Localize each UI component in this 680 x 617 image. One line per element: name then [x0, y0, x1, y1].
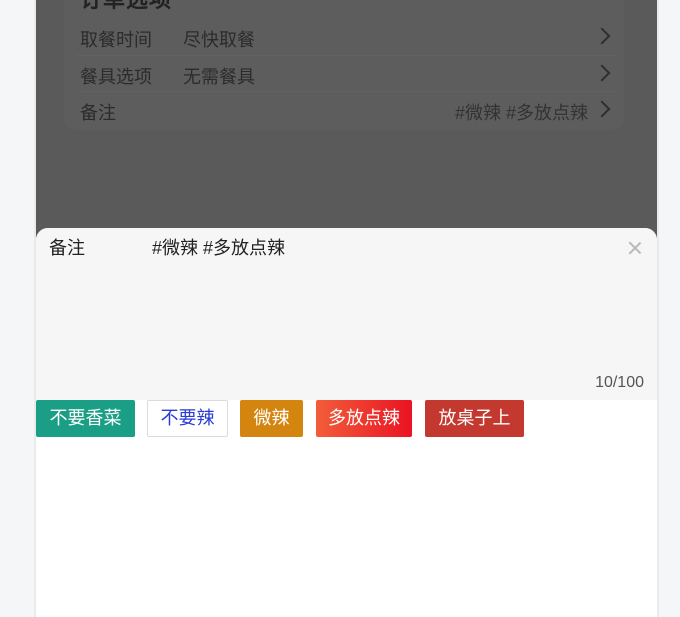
row-value: 无需餐具 [183, 67, 255, 87]
row-label: 备注 [80, 103, 116, 123]
char-counter: 10/100 [595, 374, 644, 391]
close-icon[interactable] [627, 240, 643, 256]
tag-put-on-table[interactable]: 放桌子上 [425, 400, 524, 437]
chevron-right-icon [593, 27, 611, 45]
remark-text[interactable]: #微辣 #多放点辣 [152, 234, 285, 260]
row-label: 取餐时间 [80, 30, 152, 50]
chevron-right-icon [593, 100, 611, 118]
row-tableware[interactable]: 餐具选项 无需餐具 [80, 59, 611, 89]
tag-extra-spicy[interactable]: 多放点辣 [316, 400, 412, 437]
tag-no-cilantro[interactable]: 不要香菜 [36, 400, 135, 437]
card-title: 订单选项 [80, 0, 172, 14]
divider [76, 91, 616, 92]
row-label: 餐具选项 [80, 67, 152, 87]
remark-bottom-sheet: 备注 #微辣 #多放点辣 10/100 不要香菜 不要辣 微辣 多放点辣 放桌子… [36, 228, 657, 617]
screen: 订单选项 取餐时间 尽快取餐 餐具选项 无需餐具 备注 #微辣 #多放点辣 备注… [36, 0, 657, 617]
row-remark[interactable]: 备注 #微辣 #多放点辣 [80, 95, 611, 125]
tag-mild-spicy[interactable]: 微辣 [240, 400, 303, 437]
row-value: 尽快取餐 [183, 30, 255, 50]
tag-not-spicy[interactable]: 不要辣 [147, 400, 228, 437]
remark-label: 备注 [49, 238, 85, 258]
divider [76, 55, 616, 56]
row-value: #微辣 #多放点辣 [454, 103, 588, 123]
row-pickup-time[interactable]: 取餐时间 尽快取餐 [80, 22, 611, 52]
chevron-right-icon [593, 64, 611, 82]
remark-textarea[interactable]: 备注 #微辣 #多放点辣 10/100 [36, 228, 657, 400]
